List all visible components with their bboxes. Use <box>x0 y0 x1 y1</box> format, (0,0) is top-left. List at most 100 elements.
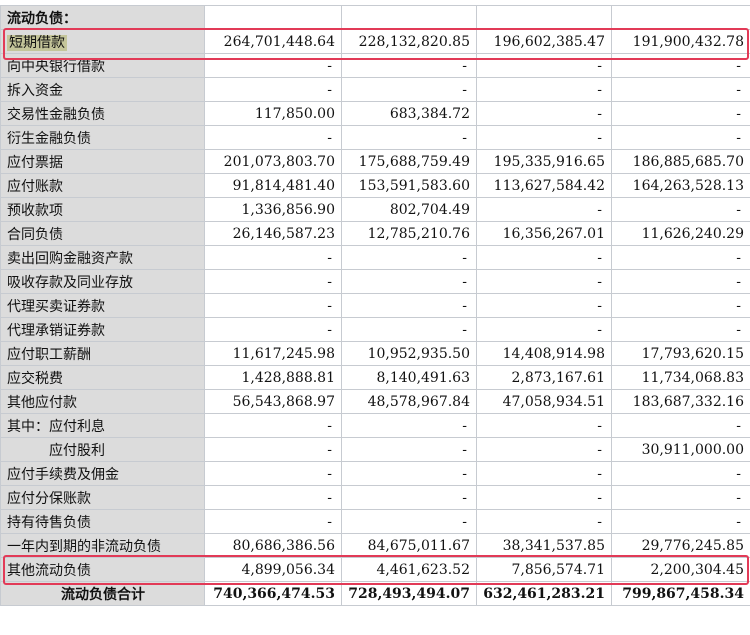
row-label-text: 其他应付款 <box>7 394 77 411</box>
row-label: 流动负债合计 <box>0 581 205 606</box>
value-cell: 38,341,537.85 <box>476 533 612 558</box>
value-cell: 196,602,385.47 <box>476 29 612 54</box>
value-cell: - <box>476 413 612 438</box>
value-cell: 84,675,011.67 <box>341 533 477 558</box>
row-label: 短期借款 <box>0 29 205 54</box>
table-row: 应付手续费及佣金 - - - - <box>0 461 750 486</box>
value-cell: - <box>341 245 477 270</box>
value-cell: 7,856,574.71 <box>476 557 612 582</box>
row-label-text: 代理承销证券款 <box>7 322 105 339</box>
value-cell: - <box>341 317 477 342</box>
section-title: 流动负债： <box>0 5 205 30</box>
row-label: 交易性金融负债 <box>0 101 205 126</box>
value-cell: 16,356,267.01 <box>476 221 612 246</box>
value-cell: - <box>611 509 750 534</box>
row-label-text: 拆入资金 <box>7 82 63 99</box>
value-cell: - <box>341 461 477 486</box>
row-label: 应付账款 <box>0 173 205 198</box>
value-cell: - <box>611 245 750 270</box>
value-cell: - <box>341 437 477 462</box>
value-cell: 56,543,868.97 <box>204 389 342 414</box>
row-label-text: 其他流动负债 <box>7 562 91 579</box>
row-label-text: 一年内到期的非流动负债 <box>7 538 161 555</box>
table-row: 应付票据 201,073,803.70 175,688,759.49 195,335,… <box>0 149 750 174</box>
value-cell: 183,687,332.16 <box>611 389 750 414</box>
value-cell: 29,776,245.85 <box>611 533 750 558</box>
value-cell: 14,408,914.98 <box>476 341 612 366</box>
value-cell: 186,885,685.70 <box>611 149 750 174</box>
value-cell: - <box>341 413 477 438</box>
value-cell: - <box>476 77 612 102</box>
value-cell: 17,793,620.15 <box>611 341 750 366</box>
row-label-text: 应付票据 <box>7 154 63 171</box>
value-cell: - <box>204 269 342 294</box>
value-cell: - <box>204 485 342 510</box>
row-label: 其他应付款 <box>0 389 205 414</box>
value-cell: 728,493,494.07 <box>341 581 477 606</box>
row-label-text: 交易性金融负债 <box>7 106 105 123</box>
row-label-text: 短期借款 <box>7 34 67 51</box>
value-cell: 2,873,167.61 <box>476 365 612 390</box>
row-label-text: 代理买卖证券款 <box>7 298 105 315</box>
value-cell: 1,428,888.81 <box>204 365 342 390</box>
row-label: 应付股利 <box>0 437 205 462</box>
value-cell: - <box>341 125 477 150</box>
value-cell: - <box>204 77 342 102</box>
row-label: 向中央银行借款 <box>0 53 205 78</box>
row-label-text: 合同负债 <box>7 226 63 243</box>
empty-cell <box>204 5 342 30</box>
value-cell: 30,911,000.00 <box>611 437 750 462</box>
value-cell: - <box>476 101 612 126</box>
row-label: 其中：应付利息 <box>0 413 205 438</box>
value-cell: - <box>611 485 750 510</box>
section-header-row: 流动负债： <box>0 5 750 30</box>
value-cell: - <box>341 509 477 534</box>
value-cell: 11,626,240.29 <box>611 221 750 246</box>
value-cell: - <box>476 317 612 342</box>
row-label: 吸收存款及同业存放 <box>0 269 205 294</box>
value-cell: - <box>204 413 342 438</box>
value-cell: - <box>476 485 612 510</box>
value-cell: - <box>611 269 750 294</box>
value-cell: - <box>611 125 750 150</box>
value-cell: - <box>611 293 750 318</box>
current-liabilities-table: 流动负债： 短期借款 264,701,448.64 228,132,820.85 196… <box>0 5 750 606</box>
table-row: 其他流动负债 4,899,056.34 4,461,623.52 7,856,574.… <box>0 557 750 582</box>
value-cell: 80,686,386.56 <box>204 533 342 558</box>
row-label-text: 应付账款 <box>7 178 63 195</box>
value-cell: - <box>341 77 477 102</box>
row-label-text: 衍生金融负债 <box>7 130 91 147</box>
row-label-text: 应交税费 <box>7 370 63 387</box>
value-cell: 8,140,491.63 <box>341 365 477 390</box>
empty-cell <box>341 5 477 30</box>
value-cell: - <box>204 245 342 270</box>
row-label: 应付分保账款 <box>0 485 205 510</box>
table-row: 应付账款 91,814,481.40 153,591,583.60 113,627,5… <box>0 173 750 198</box>
table-row: 短期借款 264,701,448.64 228,132,820.85 196,602,… <box>0 29 750 54</box>
value-cell: - <box>341 485 477 510</box>
row-label: 应交税费 <box>0 365 205 390</box>
value-cell: 2,200,304.45 <box>611 557 750 582</box>
row-label: 预收款项 <box>0 197 205 222</box>
table-row: 其中：应付利息 - - - - <box>0 413 750 438</box>
row-label-text: 应付分保账款 <box>7 490 91 507</box>
row-label: 卖出回购金融资产款 <box>0 245 205 270</box>
table-row: 一年内到期的非流动负债 80,686,386.56 84,675,011.67 38,… <box>0 533 750 558</box>
empty-cell <box>611 5 750 30</box>
row-label: 代理买卖证券款 <box>0 293 205 318</box>
row-label: 一年内到期的非流动负债 <box>0 533 205 558</box>
value-cell: - <box>611 101 750 126</box>
row-label-text: 应付手续费及佣金 <box>7 466 119 483</box>
value-cell: 113,627,584.42 <box>476 173 612 198</box>
value-cell: 11,617,245.98 <box>204 341 342 366</box>
value-cell: - <box>341 293 477 318</box>
row-label-text: 吸收存款及同业存放 <box>7 274 133 291</box>
value-cell: - <box>476 461 612 486</box>
value-cell: - <box>476 437 612 462</box>
table-row: 应交税费 1,428,888.81 8,140,491.63 2,873,167.61… <box>0 365 750 390</box>
value-cell: - <box>611 53 750 78</box>
value-cell: 191,900,432.78 <box>611 29 750 54</box>
row-label: 衍生金融负债 <box>0 125 205 150</box>
table-row: 应付股利 - - -30,911,000.00 <box>0 437 750 462</box>
value-cell: 195,335,916.65 <box>476 149 612 174</box>
